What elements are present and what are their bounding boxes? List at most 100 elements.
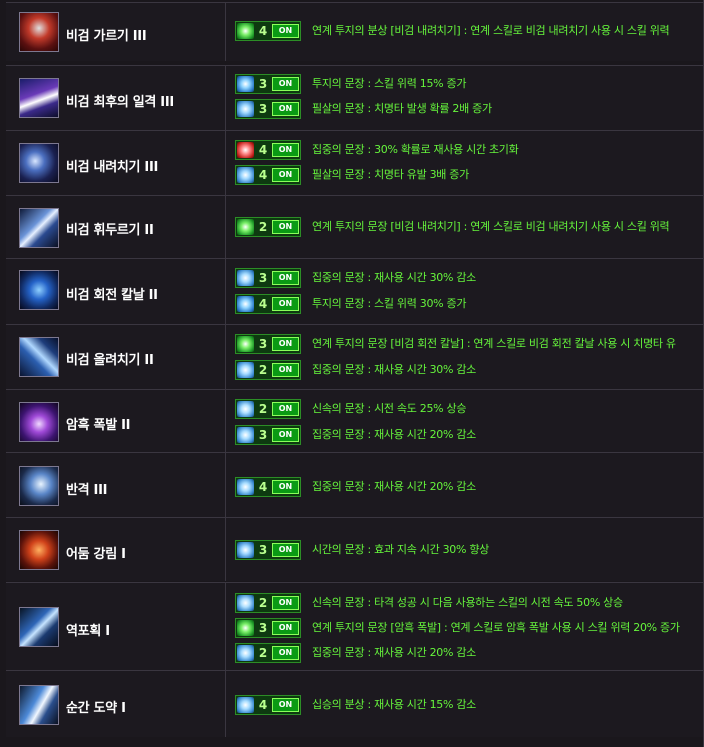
rune-list-cell: 3 ON 시간의 문장 : 효과 지속 시간 30% 향상 xyxy=(226,518,703,581)
rune-badge[interactable]: 2 ON xyxy=(235,217,301,237)
rune-badge[interactable]: 2 ON xyxy=(235,399,301,419)
cooldown-rune-icon xyxy=(237,697,254,713)
blade-cleave-icon[interactable] xyxy=(19,12,59,52)
spinning-blade-icon[interactable] xyxy=(19,270,59,310)
rune-badge[interactable]: 3 ON xyxy=(235,540,301,560)
skill-name-cell: 암흑 폭발 II xyxy=(6,390,226,453)
rune-entry: 3 ON 시간의 문장 : 효과 지속 시간 30% 향상 xyxy=(235,540,704,560)
skill-name-cell: 역포획 I xyxy=(6,583,226,671)
skill-name[interactable]: 역포획 I xyxy=(66,620,110,639)
rune-badge[interactable]: 2 ON xyxy=(235,360,301,380)
rune-on-toggle[interactable]: ON xyxy=(272,77,299,91)
rune-level: 2 xyxy=(258,363,268,377)
rune-level: 3 xyxy=(258,337,268,351)
downward-slash-icon[interactable] xyxy=(19,143,59,183)
rune-entry: 3 ON 집중의 문장 : 재사용 시간 30% 감소 xyxy=(235,268,704,288)
rune-badge[interactable]: 2 ON xyxy=(235,643,301,663)
critical-rune-icon xyxy=(237,167,254,183)
rune-list-cell: 3 ON 집중의 문장 : 재사용 시간 30% 감소 4 ON 투지의 문장 : 스킬 … xyxy=(226,259,703,324)
rune-badge[interactable]: 4 ON xyxy=(235,21,301,41)
counter-icon[interactable] xyxy=(19,466,59,506)
skill-name-cell: 비검 회전 칼날 II xyxy=(6,259,226,324)
skill-name-cell: 비검 내려치기 III xyxy=(6,131,226,196)
rune-badge[interactable]: 3 ON xyxy=(235,268,301,288)
rune-description: 집중의 문장 : 30% 확률로 재사용 시간 초기화 xyxy=(312,143,519,156)
skill-name-cell: 비검 최후의 일격 III xyxy=(6,66,226,130)
sword-swing-icon[interactable] xyxy=(19,208,59,248)
rune-on-toggle[interactable]: ON xyxy=(272,297,299,311)
rune-entry: 3 ON 집중의 문장 : 재사용 시간 20% 감소 xyxy=(235,425,704,445)
skill-name[interactable]: 비검 가르기 III xyxy=(66,25,147,44)
rune-list-cell: 2 ON 신속의 문장 : 시전 속도 25% 상승 3 ON 집중의 문장 : 재사용 … xyxy=(226,390,703,453)
rune-on-toggle[interactable]: ON xyxy=(272,220,299,234)
rune-level: 4 xyxy=(258,143,268,157)
rune-badge[interactable]: 3 ON xyxy=(235,74,301,94)
rune-on-toggle[interactable]: ON xyxy=(272,621,299,635)
rune-on-toggle[interactable]: ON xyxy=(272,646,299,660)
skill-name[interactable]: 비검 휘두르기 II xyxy=(66,219,154,238)
rune-list-cell: 4 ON 연계 투지의 분상 [비검 내려치기] : 연계 스킬로 비검 내려치기 … xyxy=(226,3,703,61)
instant-leap-icon[interactable] xyxy=(19,685,59,725)
table-row: 비검 가르기 III 4 ON 연계 투지의 분상 [비검 내려치기] : 연계 스킬… xyxy=(6,2,703,61)
rune-description: 연계 투지의 문장 [암흑 폭발] : 연계 스킬로 암흑 폭발 사용 시 스킬… xyxy=(312,621,680,634)
rune-badge[interactable]: 4 ON xyxy=(235,477,301,497)
rune-on-toggle[interactable]: ON xyxy=(272,168,299,182)
skill-name[interactable]: 어둠 강림 I xyxy=(66,543,126,562)
rune-on-toggle[interactable]: ON xyxy=(272,24,299,38)
final-strike-icon[interactable] xyxy=(19,78,59,118)
rune-on-toggle[interactable]: ON xyxy=(272,596,299,610)
skill-name[interactable]: 비검 올려치기 II xyxy=(66,349,154,368)
rune-level: 3 xyxy=(258,271,268,285)
rune-description: 투지의 문장 : 스킬 위력 30% 증가 xyxy=(312,297,467,310)
cooldown-rune-icon xyxy=(237,270,254,286)
rune-list-cell: 4 ON 집중의 문장 : 재사용 시간 20% 감소 xyxy=(226,453,703,517)
rune-on-toggle[interactable]: ON xyxy=(272,102,299,116)
rune-badge[interactable]: 4 ON xyxy=(235,294,301,314)
rune-entry: 4 ON 집중의 문장 : 재사용 시간 20% 감소 xyxy=(235,477,704,497)
rune-on-toggle[interactable]: ON xyxy=(272,337,299,351)
skill-name[interactable]: 순간 도약 I xyxy=(66,697,126,716)
rune-entry: 2 ON 집중의 문장 : 재사용 시간 30% 감소 xyxy=(235,360,704,380)
rune-on-toggle[interactable]: ON xyxy=(272,143,299,157)
skill-name[interactable]: 반격 III xyxy=(66,479,107,498)
rune-badge[interactable]: 4 ON xyxy=(235,140,301,160)
skill-name[interactable]: 비검 내려치기 III xyxy=(66,156,158,175)
rune-badge[interactable]: 4 ON xyxy=(235,695,301,715)
rune-entry: 4 ON 집중의 문장 : 30% 확률로 재사용 시간 초기화 xyxy=(235,140,704,160)
chain-rune-icon xyxy=(237,336,254,352)
skill-name[interactable]: 비검 회전 칼날 II xyxy=(66,284,158,303)
rune-badge[interactable]: 3 ON xyxy=(235,99,301,119)
rune-on-toggle[interactable]: ON xyxy=(272,543,299,557)
rune-description: 연계 투지의 문장 [비검 회전 칼날] : 연계 스킬로 비검 회전 칼날 사… xyxy=(312,337,676,350)
rune-description: 연계 투지의 분상 [비검 내려치기] : 연계 스킬로 비검 내려치기 사용 … xyxy=(312,24,670,37)
rune-badge[interactable]: 3 ON xyxy=(235,425,301,445)
rune-list-cell: 3 ON 연계 투지의 문장 [비검 회전 칼날] : 연계 스킬로 비검 회전 칼… xyxy=(226,325,703,390)
rune-level: 4 xyxy=(258,297,268,311)
rune-description: 십승의 분상 : 재사용 시간 15% 감소 xyxy=(312,698,476,711)
rune-badge[interactable]: 4 ON xyxy=(235,165,301,185)
rune-on-toggle[interactable]: ON xyxy=(272,363,299,377)
rune-entry: 4 ON 투지의 문장 : 스킬 위력 30% 증가 xyxy=(235,294,704,314)
rune-on-toggle[interactable]: ON xyxy=(272,698,299,712)
skill-name-cell: 비검 올려치기 II xyxy=(6,325,226,390)
table-row: 어둠 강림 I 3 ON 시간의 문장 : 효과 지속 시간 30% 향상 xyxy=(6,517,703,581)
rune-badge[interactable]: 2 ON xyxy=(235,593,301,613)
rune-badge[interactable]: 3 ON xyxy=(235,334,301,354)
rune-entry: 2 ON 신속의 문장 : 시전 속도 25% 상승 xyxy=(235,399,704,419)
rune-on-toggle[interactable]: ON xyxy=(272,480,299,494)
rune-level: 3 xyxy=(258,543,268,557)
rune-badge[interactable]: 3 ON xyxy=(235,618,301,638)
rune-on-toggle[interactable]: ON xyxy=(272,402,299,416)
skill-name[interactable]: 암흑 폭발 II xyxy=(66,414,130,433)
dark-explosion-icon[interactable] xyxy=(19,402,59,442)
table-row: 비검 휘두르기 II 2 ON 연계 투지의 문장 [비검 내려치기] : 연계 스킬… xyxy=(6,195,703,259)
rune-entry: 2 ON 집중의 문장 : 재사용 시간 20% 감소 xyxy=(235,643,704,663)
speed-rune-icon xyxy=(237,401,254,417)
dark-descent-icon[interactable] xyxy=(19,530,59,570)
rune-on-toggle[interactable]: ON xyxy=(272,428,299,442)
rune-on-toggle[interactable]: ON xyxy=(272,271,299,285)
table-row: 역포획 I 2 ON 신속의 문장 : 타격 성공 시 다음 사용하는 스킬의 시전 … xyxy=(6,582,703,671)
skill-name[interactable]: 비검 최후의 일격 III xyxy=(66,91,174,110)
reverse-capture-icon[interactable] xyxy=(19,607,59,647)
upward-slash-icon[interactable] xyxy=(19,337,59,377)
